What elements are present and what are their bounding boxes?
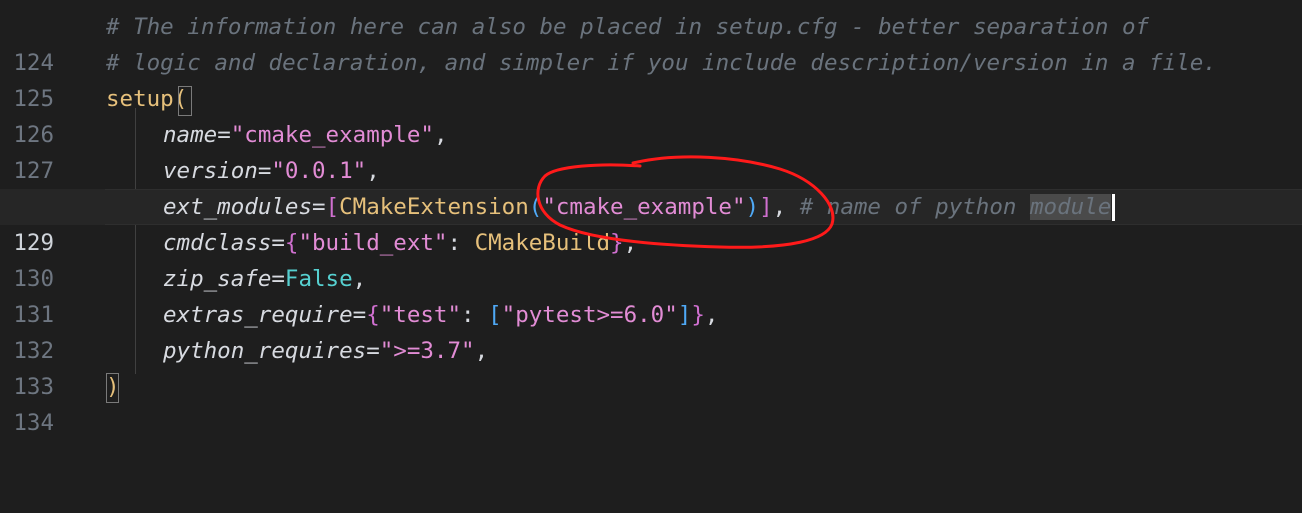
string-literal: "pytest>=6.0" bbox=[501, 302, 678, 328]
operator: = bbox=[312, 194, 326, 220]
line-number: 134 bbox=[13, 410, 54, 436]
open-brace: { bbox=[284, 230, 299, 256]
code-editor[interactable]: 124 # The information here can also be p… bbox=[0, 0, 1302, 436]
function-name: setup bbox=[106, 86, 174, 112]
open-brace: { bbox=[366, 302, 380, 328]
operator: = bbox=[271, 230, 285, 256]
comma: , bbox=[474, 338, 489, 364]
operator: = bbox=[271, 266, 285, 292]
param-name: python_requires bbox=[163, 338, 367, 364]
operator: = bbox=[352, 302, 367, 328]
code-line[interactable]: 133 python_requires=">=3.7", bbox=[0, 333, 1302, 400]
class-name: CMakeExtension bbox=[339, 194, 529, 220]
comma: , bbox=[366, 158, 380, 184]
code-line-current[interactable]: 129 ext_modules=[CMakeExtension("cmake_e… bbox=[0, 189, 1302, 256]
code-line[interactable]: 124 # The information here can also be p… bbox=[0, 9, 1302, 76]
comma: , bbox=[772, 194, 787, 220]
param-name: ext_modules bbox=[163, 194, 313, 220]
close-paren: ) bbox=[745, 194, 760, 220]
string-literal: "cmake_example" bbox=[230, 122, 434, 148]
code-line[interactable]: 128 version="0.0.1", bbox=[0, 153, 1302, 220]
open-bracket: [ bbox=[325, 194, 340, 220]
string-literal: "build_ext" bbox=[298, 230, 448, 256]
selected-text: module bbox=[1030, 194, 1112, 220]
boolean-literal: False bbox=[284, 266, 353, 292]
string-literal: "test" bbox=[379, 302, 462, 328]
operator: = bbox=[217, 122, 231, 148]
operator: = bbox=[257, 158, 272, 184]
param-name: cmdclass bbox=[163, 230, 272, 256]
comma: , bbox=[352, 266, 367, 292]
close-brace: } bbox=[610, 230, 624, 256]
colon: : bbox=[461, 302, 489, 328]
colon: : bbox=[447, 230, 475, 256]
comment: # name of python bbox=[799, 194, 1030, 220]
close-bracket: ] bbox=[677, 302, 692, 328]
param-name: zip_safe bbox=[163, 266, 272, 292]
bracket-match-highlight bbox=[178, 86, 192, 116]
param-name: version bbox=[163, 158, 258, 184]
comment: # The information here can also be place… bbox=[106, 14, 1150, 40]
code-line[interactable]: 132 extras_require={"test": ["pytest>=6.… bbox=[0, 297, 1302, 364]
class-name: CMakeBuild bbox=[474, 230, 611, 256]
open-paren: ( bbox=[528, 194, 543, 220]
code-line[interactable]: 131 zip_safe=False, bbox=[0, 261, 1302, 328]
bracket-match-highlight bbox=[106, 373, 119, 403]
code-line[interactable]: 127 name="cmake_example", bbox=[0, 117, 1302, 184]
comma: , bbox=[623, 230, 638, 256]
code-line[interactable]: 130 cmdclass={"build_ext": CMakeBuild}, bbox=[0, 225, 1302, 292]
string-literal: ">=3.7" bbox=[379, 338, 475, 364]
close-brace: } bbox=[691, 302, 705, 328]
code-line[interactable]: 134 ) bbox=[0, 369, 1302, 436]
operator: = bbox=[366, 338, 380, 364]
text-cursor bbox=[1112, 194, 1116, 221]
close-bracket: ] bbox=[759, 194, 773, 220]
code-line[interactable]: 126 setup( bbox=[0, 81, 1302, 148]
code-line[interactable]: 125 # logic and declaration, and simpler… bbox=[0, 45, 1302, 112]
comment: # logic and declaration, and simpler if … bbox=[106, 50, 1217, 76]
comma: , bbox=[704, 302, 719, 328]
param-name: name bbox=[163, 122, 218, 148]
comma: , bbox=[433, 122, 448, 148]
open-bracket: [ bbox=[488, 302, 502, 328]
param-name: extras_require bbox=[163, 302, 353, 328]
string-literal: "cmake_example" bbox=[542, 194, 746, 220]
string-literal: "0.0.1" bbox=[271, 158, 367, 184]
